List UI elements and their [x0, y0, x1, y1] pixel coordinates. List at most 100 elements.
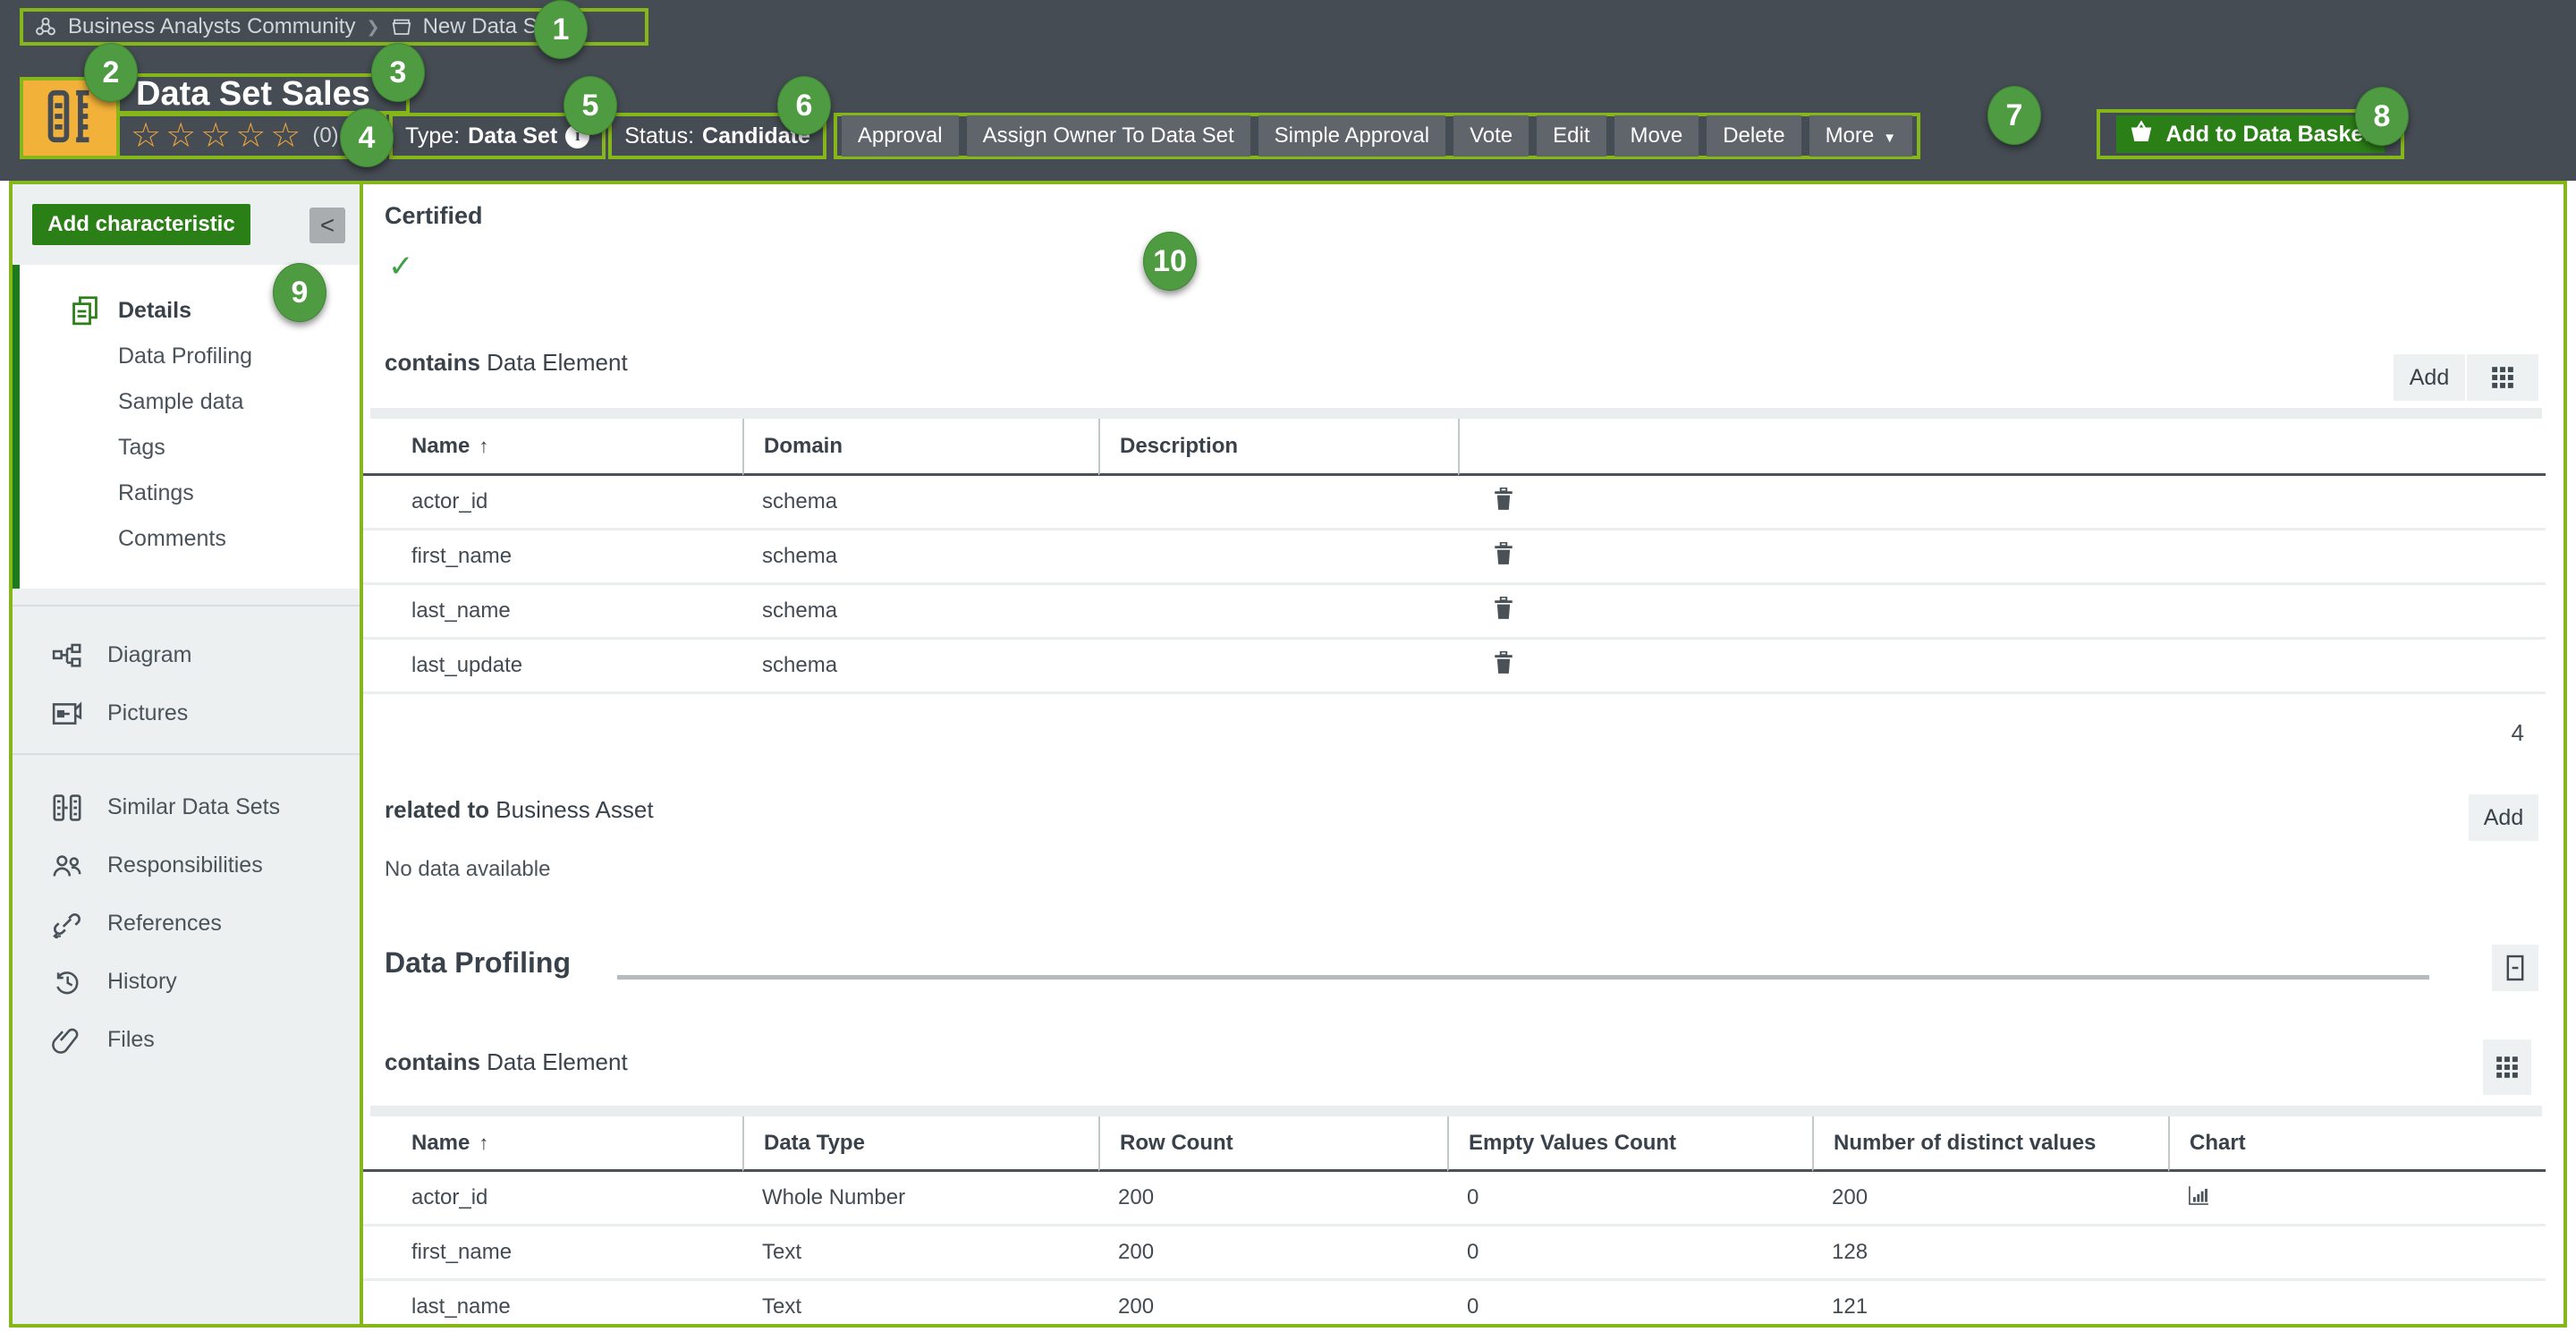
column-header-name[interactable]: Name↑ — [363, 419, 742, 476]
cell-data-type: Text — [742, 1281, 1098, 1324]
sidebar-item-history[interactable]: History — [13, 953, 360, 1011]
sort-up-icon: ↑ — [479, 1132, 488, 1155]
diagram-icon — [52, 642, 82, 669]
cell-data-type: Text — [742, 1226, 1098, 1281]
cell-row-count: 200 — [1098, 1281, 1447, 1324]
annotation-4: 4 — [340, 108, 394, 167]
cell-empty-values: 0 — [1447, 1226, 1812, 1281]
cell-distinct-values: 128 — [1812, 1226, 2168, 1281]
cell-distinct-values: 200 — [1812, 1172, 2168, 1226]
sidebar-item-sample-data[interactable]: Sample data — [20, 379, 360, 425]
cell-name[interactable]: actor_id — [363, 476, 742, 530]
cell-name[interactable]: last_update — [363, 640, 742, 694]
sidebar-item-responsibilities[interactable]: Responsibilities — [13, 836, 360, 895]
annotation-2: 2 — [84, 43, 138, 102]
row-actions — [1458, 640, 2546, 694]
more-button[interactable]: More▼ — [1809, 115, 1913, 157]
cell-description — [1098, 530, 1458, 585]
references-icon — [52, 910, 82, 938]
certified-label: Certified — [385, 202, 483, 230]
cell-domain[interactable]: schema — [742, 476, 1098, 530]
add-to-data-basket-button[interactable]: Add to Data Basket — [2116, 115, 2385, 153]
section-divider — [617, 975, 2429, 980]
sidebar-item-diagram[interactable]: Diagram — [13, 626, 360, 684]
cell-name[interactable]: last_name — [363, 1281, 742, 1324]
sidebar-item-similar-data-sets[interactable]: Similar Data Sets — [13, 778, 360, 836]
rating-count: (0) — [312, 123, 338, 148]
cell-empty-values: 0 — [1447, 1172, 1812, 1226]
column-header-data-type[interactable]: Data Type — [742, 1116, 1098, 1172]
annotation-8: 8 — [2355, 87, 2409, 146]
add-characteristic-button[interactable]: Add characteristic — [32, 204, 250, 245]
trash-icon[interactable] — [1494, 651, 1513, 681]
delete-button[interactable]: Delete — [1707, 115, 1801, 157]
pictures-icon — [52, 700, 82, 727]
column-header-chart[interactable]: Chart — [2168, 1116, 2546, 1172]
move-button[interactable]: Move — [1614, 115, 1699, 157]
annotation-9: 9 — [273, 263, 326, 322]
column-header-row-count[interactable]: Row Count — [1098, 1116, 1447, 1172]
responsibilities-icon — [52, 853, 82, 879]
sidebar-item-references[interactable]: References — [13, 895, 360, 953]
sidebar-item-comments[interactable]: Comments — [20, 516, 360, 562]
chevron-down-icon: ▼ — [1883, 131, 1896, 146]
sidebar-group-visuals: Diagram Pictures — [13, 605, 360, 764]
row-actions — [1458, 585, 2546, 640]
breadcrumb-community[interactable]: Business Analysts Community — [68, 14, 355, 39]
breadcrumb-separator-icon: ❯ — [366, 18, 379, 37]
cell-domain[interactable]: schema — [742, 585, 1098, 640]
annotation-10: 10 — [1143, 232, 1197, 291]
page-title: Data Set Sales — [136, 75, 370, 114]
cell-chart — [2168, 1226, 2546, 1281]
sidebar-collapse-button[interactable]: < — [309, 208, 345, 243]
sidebar-item-files[interactable]: Files — [13, 1011, 360, 1069]
trash-icon[interactable] — [1494, 597, 1513, 626]
simple-approval-button[interactable]: Simple Approval — [1258, 115, 1445, 157]
cell-row-count: 200 — [1098, 1226, 1447, 1281]
sidebar-item-ratings[interactable]: Ratings — [20, 471, 360, 516]
cell-domain[interactable]: schema — [742, 530, 1098, 585]
column-header-distinct-values[interactable]: Number of distinct values — [1812, 1116, 2168, 1172]
cell-domain[interactable]: schema — [742, 640, 1098, 694]
row-actions — [1458, 476, 2546, 530]
collapse-icon — [2504, 954, 2527, 981]
details-icon — [70, 295, 100, 327]
sidebar-item-tags[interactable]: Tags — [20, 425, 360, 471]
column-header-domain[interactable]: Domain — [742, 419, 1098, 476]
sidebar-item-pictures[interactable]: Pictures — [13, 684, 360, 742]
history-icon — [52, 968, 82, 997]
column-header-name[interactable]: Name↑ — [363, 1116, 742, 1172]
trash-icon[interactable] — [1494, 488, 1513, 517]
assign-owner-button[interactable]: Assign Owner To Data Set — [967, 115, 1250, 157]
cell-description — [1098, 640, 1458, 694]
grid-view-button[interactable] — [2483, 1039, 2531, 1095]
contains-data-element-heading: contains Data Element — [385, 349, 628, 377]
cell-name[interactable]: actor_id — [363, 1172, 742, 1226]
bar-chart-icon[interactable] — [2188, 1184, 2209, 1212]
vote-button[interactable]: Vote — [1453, 115, 1529, 157]
sort-up-icon: ↑ — [479, 435, 488, 458]
type-label: Type: — [405, 123, 460, 149]
cell-data-type: Whole Number — [742, 1172, 1098, 1226]
cell-chart — [2168, 1281, 2546, 1324]
sidebar-group-related: Similar Data Sets Responsibilities Refer… — [13, 753, 360, 1092]
add-business-asset-button[interactable]: Add — [2469, 794, 2538, 841]
collapse-section-button[interactable] — [2492, 945, 2538, 991]
cell-name[interactable]: first_name — [363, 1226, 742, 1281]
approval-button[interactable]: Approval — [842, 115, 959, 157]
row-actions — [1458, 530, 2546, 585]
cell-description — [1098, 476, 1458, 530]
add-data-element-button[interactable]: Add — [2394, 354, 2465, 401]
profiling-contains-heading: contains Data Element — [385, 1048, 628, 1076]
cell-name[interactable]: first_name — [363, 530, 742, 585]
rating-stars[interactable]: ☆☆☆☆☆ — [131, 119, 305, 153]
column-header-empty-values[interactable]: Empty Values Count — [1447, 1116, 1812, 1172]
annotation-3: 3 — [371, 43, 425, 102]
edit-button[interactable]: Edit — [1537, 115, 1606, 157]
grid-view-button[interactable] — [2467, 354, 2538, 401]
sidebar-item-data-profiling[interactable]: Data Profiling — [20, 334, 360, 379]
column-header-description[interactable]: Description — [1098, 419, 1458, 476]
cell-name[interactable]: last_name — [363, 585, 742, 640]
trash-icon[interactable] — [1494, 542, 1513, 572]
cell-chart — [2168, 1172, 2546, 1226]
